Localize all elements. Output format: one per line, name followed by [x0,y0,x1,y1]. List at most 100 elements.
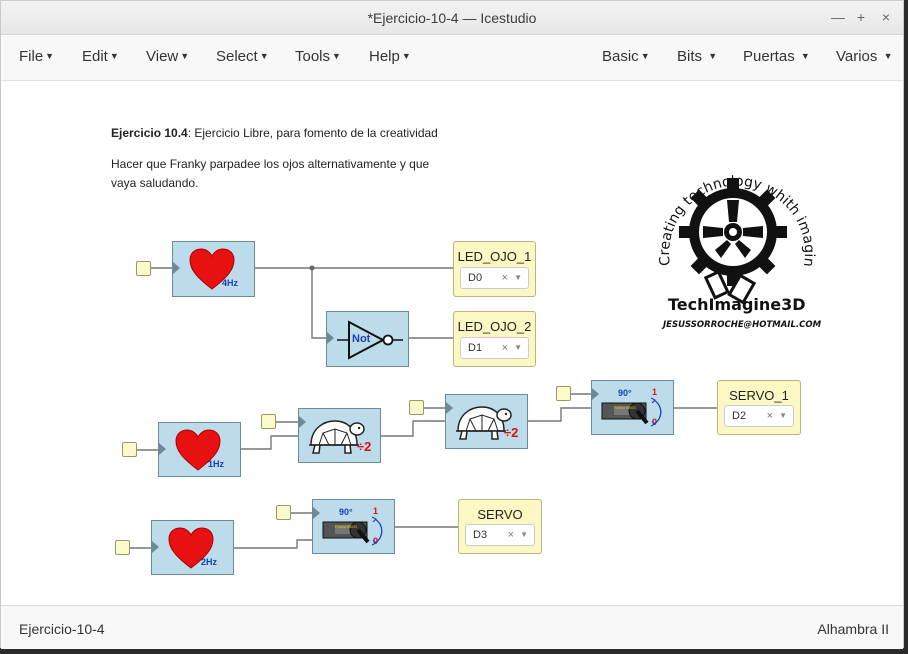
wire[interactable] [234,539,312,549]
menu-puertas[interactable]: Puertas ▼ [743,48,810,65]
board-name[interactable]: Alhambra II [817,621,889,637]
output-label: SERVO [477,507,523,522]
caret-down-icon: ▼ [640,51,650,61]
menu-select-label: Select [216,48,258,65]
logo-email: JESUSSORROCHE@HOTMAIL.COM [663,320,822,330]
logo-brand: TechImagine3D [668,295,806,314]
pin-select[interactable]: D1 × ▼ [460,337,529,359]
menu-varios[interactable]: Varios ▼ [836,48,893,65]
chevron-down-icon: ▼ [779,411,787,420]
menu-basic[interactable]: Basic ▼ [602,48,650,65]
status-bar: Ejercicio-10-4 Alhambra II [1,605,903,649]
menu-help[interactable]: Help ▼ [369,48,411,65]
clock-input-port[interactable] [556,386,571,401]
menu-view[interactable]: View ▼ [146,48,189,65]
clock-input-port[interactable] [261,414,276,429]
input-arrow-icon [173,262,180,274]
pin-value: D1 [468,342,483,354]
output-servo-1[interactable]: SERVO_1 D2 × ▼ [717,380,801,435]
caret-down-icon: ▼ [332,51,341,61]
menu-tools-label: Tools [295,48,331,65]
frequency-label: 2Hz [201,557,218,567]
servo-mark-1: 1 [652,387,658,397]
chevron-down-icon: ▼ [514,273,522,282]
wire-junction [309,265,315,271]
pin-select[interactable]: D0 × ▼ [460,267,529,289]
input-arrow-icon [592,388,599,400]
caret-down-icon: ▼ [800,51,810,61]
caret-down-icon: ▼ [401,51,411,61]
output-label: LED_OJO_2 [457,319,532,334]
clock-input-port[interactable] [115,540,130,555]
menu-bits[interactable]: Bits ▼ [677,48,717,65]
turtle-icon [456,406,512,440]
menu-bar: File ▼ Edit ▼ View ▼ Select ▼ Tools ▼ Help ▼ B… [1,36,903,81]
wire[interactable] [528,407,591,422]
prescaler-block[interactable]: ÷2 [445,394,528,449]
pin-value: D3 [473,529,488,541]
pin-select[interactable]: D2 × ▼ [724,405,794,427]
input-arrow-icon [152,541,159,553]
input-arrow-icon [327,332,334,344]
caret-down-icon: ▼ [708,51,718,61]
chevron-down-icon: ▼ [514,343,522,352]
menu-file[interactable]: File ▼ [19,48,54,65]
clock-input-port[interactable] [409,400,424,415]
app-window: *Ejercicio-10-4 — Icestudio — + × File ▼ … [0,0,904,649]
menu-edit[interactable]: Edit ▼ [82,48,119,65]
maximize-button[interactable]: + [854,9,868,25]
pin-value: D2 [732,410,747,422]
prescaler-block[interactable]: ÷2 [298,408,381,463]
prescaler-label: ÷2 [504,425,519,440]
servo-motor-icon [322,516,383,546]
caret-down-icon: ▼ [259,51,269,61]
menu-edit-label: Edit [82,48,108,65]
title-bar[interactable]: *Ejercicio-10-4 — Icestudio — + × [1,1,903,35]
servo-block[interactable]: 90° 1 0 Futaba S3003 [591,380,674,435]
minimize-button[interactable]: — [831,9,845,25]
output-led-ojo-2[interactable]: LED_OJO_2 D1 × ▼ [453,311,536,367]
menu-select[interactable]: Select ▼ [216,48,269,65]
menu-tools[interactable]: Tools ▼ [295,48,341,65]
caret-down-icon: ▼ [180,51,190,61]
servo-device-label: Futaba S3003 [614,406,636,410]
wire[interactable] [241,435,298,450]
turtle-icon [309,420,365,454]
pin-select[interactable]: D3 × ▼ [465,524,535,546]
wire[interactable] [381,420,445,437]
output-label: SERVO_1 [729,388,789,403]
caret-down-icon: ▼ [45,51,55,61]
output-label: LED_OJO_1 [457,249,532,264]
close-button[interactable]: × [879,9,893,25]
menu-bits-label: Bits [677,48,703,65]
menu-file-label: File [19,48,44,65]
input-arrow-icon [313,507,320,519]
menu-help-label: Help [369,48,400,65]
pin-value: D0 [468,272,483,284]
menu-basic-label: Basic [602,48,639,65]
output-led-ojo-1[interactable]: LED_OJO_1 D0 × ▼ [453,241,536,297]
clear-icon[interactable]: × [502,342,508,354]
clock-input-port[interactable] [136,261,151,276]
clear-icon[interactable]: × [767,410,773,422]
output-servo[interactable]: SERVO D3 × ▼ [458,499,542,554]
servo-motor-icon [601,397,662,427]
heartbeat-block-1hz[interactable]: 1Hz [158,422,241,477]
heartbeat-block-4hz[interactable]: 4Hz [172,241,255,297]
menu-varios-label: Varios [836,48,878,65]
clock-input-port[interactable] [276,505,291,520]
chevron-down-icon: ▼ [520,530,528,539]
menu-puertas-label: Puertas [743,48,795,65]
window-title: *Ejercicio-10-4 — Icestudio [367,10,537,26]
frequency-label: 4Hz [222,278,239,288]
caret-down-icon: ▼ [883,51,893,61]
servo-block[interactable]: 90° 1 0 Futaba S3003 [312,499,395,554]
design-canvas[interactable]: Ejercicio 10.4: Ejercicio Libre, para fo… [1,82,903,605]
not-gate-block[interactable]: Not [326,311,409,367]
wire[interactable] [311,268,326,339]
heartbeat-block-2hz[interactable]: 2Hz [151,520,234,575]
clear-icon[interactable]: × [508,529,514,541]
input-arrow-icon [159,443,166,455]
clock-input-port[interactable] [122,442,137,457]
clear-icon[interactable]: × [502,272,508,284]
